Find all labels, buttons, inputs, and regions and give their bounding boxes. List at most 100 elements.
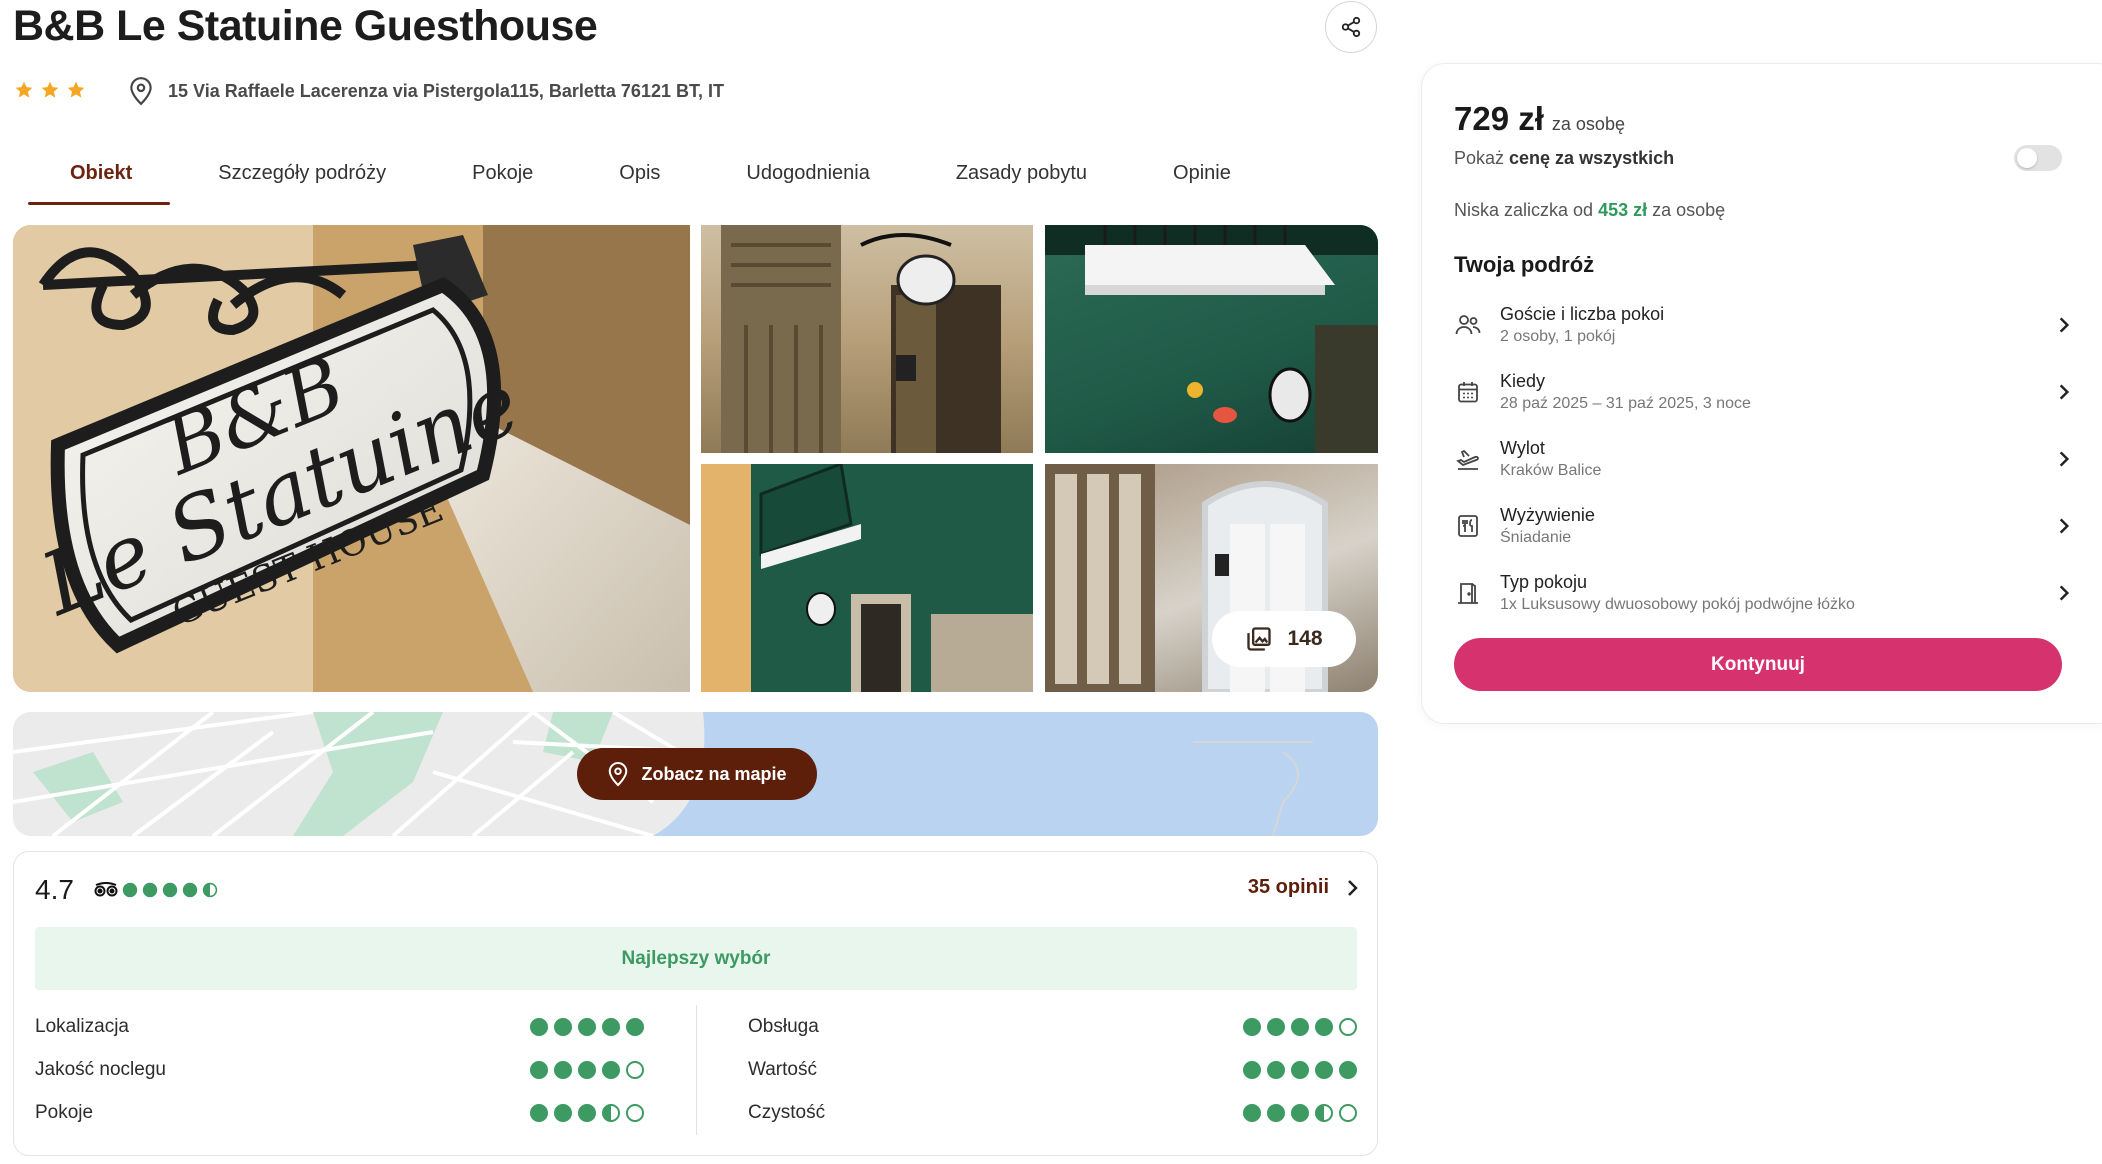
- trip-item-value: 2 osoby, 1 pokój: [1500, 327, 1616, 345]
- tab-opis[interactable]: Opis: [619, 148, 660, 203]
- gallery-photo-2[interactable]: [701, 225, 1033, 453]
- tab-szczegoly-podrozy[interactable]: Szczegóły podróży: [218, 148, 386, 203]
- gallery-photo-3[interactable]: [1045, 225, 1378, 453]
- show-all-bold: cenę za wszystkich: [1509, 148, 1675, 168]
- rating-dot: [1339, 1060, 1357, 1079]
- rating-category-row: Pokoje: [35, 1091, 645, 1134]
- calendar-icon: [1458, 381, 1478, 402]
- divider: [696, 1005, 697, 1135]
- rating-dot: [578, 1017, 596, 1036]
- show-on-map-button[interactable]: Zobacz na mapie: [577, 748, 817, 800]
- gallery-photo-5[interactable]: 148: [1045, 464, 1378, 692]
- rating-category-row: Lokalizacja: [35, 1005, 645, 1048]
- rating-dot: [530, 1103, 548, 1122]
- rating-dot: [162, 882, 178, 898]
- rating-dot: [1243, 1017, 1261, 1036]
- rating-dot: [1243, 1103, 1261, 1122]
- rating-dot: [142, 882, 158, 898]
- rating-dot: [122, 882, 138, 898]
- all-reviews-link[interactable]: 35 opinii: [1248, 876, 1359, 899]
- hotel-address: 15 Via Raffaele Lacerenza via Pistergola…: [168, 80, 724, 101]
- star-icon: [67, 81, 85, 98]
- chevron-right-icon: [2059, 517, 2070, 534]
- star-icon: [15, 81, 33, 98]
- best-choice-badge: Najlepszy wybór: [35, 927, 1357, 990]
- continue-button[interactable]: Kontynuuj: [1454, 638, 2062, 691]
- chevron-right-icon: [2059, 450, 2070, 467]
- guests-icon: [1455, 314, 1481, 334]
- rating-dot: [554, 1017, 572, 1036]
- rating-dot: [182, 882, 198, 898]
- category-label: Obsługa: [748, 1015, 819, 1037]
- price-value: 729 zł: [1454, 100, 1544, 137]
- tab-pokoje[interactable]: Pokoje: [472, 148, 533, 203]
- gallery-main-photo[interactable]: B&B Le Statuine GUEST HOUSE: [13, 225, 690, 692]
- rating-dot: [602, 1103, 620, 1122]
- rating-category-row: Czystość: [748, 1091, 1358, 1134]
- category-label: Jakość noclegu: [35, 1058, 166, 1080]
- rating-dot: [626, 1103, 644, 1122]
- category-dots: [529, 1060, 645, 1080]
- rating-dot: [530, 1060, 548, 1079]
- rating-dot: [626, 1017, 644, 1036]
- rating-dot: [1315, 1017, 1333, 1036]
- trip-item-board[interactable]: Wyżywienie Śniadanie: [1454, 492, 2074, 559]
- category-dots: [529, 1017, 645, 1037]
- fork-knife-icon: [1458, 514, 1478, 537]
- show-all-photos-button[interactable]: 148: [1212, 611, 1356, 667]
- total-price-toggle[interactable]: [2014, 145, 2062, 171]
- rating-dot: [1243, 1060, 1261, 1079]
- rating-dot: [602, 1017, 620, 1036]
- location-pin-icon: [609, 762, 628, 787]
- map-preview[interactable]: Zobacz na mapie: [13, 712, 1378, 836]
- photo-4-illustration: [701, 464, 1033, 692]
- trip-item-label: Wyżywienie: [1500, 504, 1595, 525]
- rating-dot: [1291, 1017, 1309, 1036]
- gallery-photo-4[interactable]: [701, 464, 1033, 692]
- address-row[interactable]: 15 Via Raffaele Lacerenza via Pistergola…: [128, 76, 724, 106]
- show-all-prefix: Pokaż: [1454, 148, 1510, 168]
- show-on-map-label: Zobacz na mapie: [641, 763, 787, 784]
- chevron-right-icon: [2059, 584, 2070, 601]
- deposit-info: Niska zaliczka od 453 zł za osobę: [1454, 200, 1725, 221]
- rating-dot: [1267, 1017, 1285, 1036]
- category-label: Wartość: [748, 1058, 817, 1080]
- trip-item-room-type[interactable]: Typ pokoju 1x Luksusowy dwuosobowy pokój…: [1454, 559, 2074, 626]
- trip-item-value: 1x Luksusowy dwuosobowy pokój podwójne ł…: [1500, 595, 1855, 613]
- show-total-price-label: Pokaż cenę za wszystkich: [1454, 148, 1674, 169]
- share-button[interactable]: [1325, 1, 1377, 53]
- price-row: 729 zł za osobę: [1454, 100, 1625, 138]
- door-icon: [1458, 582, 1478, 604]
- tab-zasady-pobytu[interactable]: Zasady pobytu: [956, 148, 1087, 203]
- rating-dot: [1267, 1060, 1285, 1079]
- trip-item-value: Śniadanie: [1500, 528, 1572, 546]
- rating-dot: [1315, 1060, 1333, 1079]
- rating-dot: [578, 1103, 596, 1122]
- trip-item-guests[interactable]: Goście i liczba pokoi 2 osoby, 1 pokój: [1454, 291, 2074, 358]
- tripadvisor-rating: [94, 882, 218, 898]
- main-photo-illustration: B&B Le Statuine GUEST HOUSE: [13, 225, 690, 692]
- star-icon: [41, 81, 59, 98]
- tab-obiekt[interactable]: Obiekt: [27, 148, 171, 205]
- rating-dot: [554, 1060, 572, 1079]
- rating-category-row: Jakość noclegu: [35, 1048, 645, 1091]
- chevron-right-icon: [2059, 316, 2070, 333]
- reviews-count: 35 opinii: [1247, 876, 1329, 898]
- tab-opinie[interactable]: Opinie: [1173, 148, 1231, 203]
- trip-item-label: Wylot: [1500, 437, 1545, 458]
- reviews-summary: 4.7 35 opinii Najlepszy wybór Lokalizacj…: [13, 851, 1378, 1156]
- trip-details-list: Goście i liczba pokoi 2 osoby, 1 pokój K…: [1454, 291, 2074, 626]
- trip-item-dates[interactable]: Kiedy 28 paź 2025 – 31 paź 2025, 3 noce: [1454, 358, 2074, 425]
- rating-dot: [1339, 1103, 1357, 1122]
- category-label: Lokalizacja: [35, 1015, 129, 1037]
- rating-category-row: Obsługa: [748, 1005, 1358, 1048]
- deposit-amount: 453 zł: [1598, 200, 1648, 220]
- rating-categories-right: Obsługa Wartość Czystość: [748, 1005, 1358, 1134]
- trip-item-departure[interactable]: Wylot Kraków Balice: [1454, 425, 2074, 492]
- hotel-stars: [14, 80, 86, 100]
- rating-categories-left: Lokalizacja Jakość noclegu Pokoje: [35, 1005, 645, 1134]
- category-label: Czystość: [748, 1101, 826, 1123]
- tab-udogodnienia[interactable]: Udogodnienia: [746, 148, 869, 203]
- category-label: Pokoje: [35, 1101, 94, 1123]
- trip-title: Twoja podróż: [1454, 252, 1595, 277]
